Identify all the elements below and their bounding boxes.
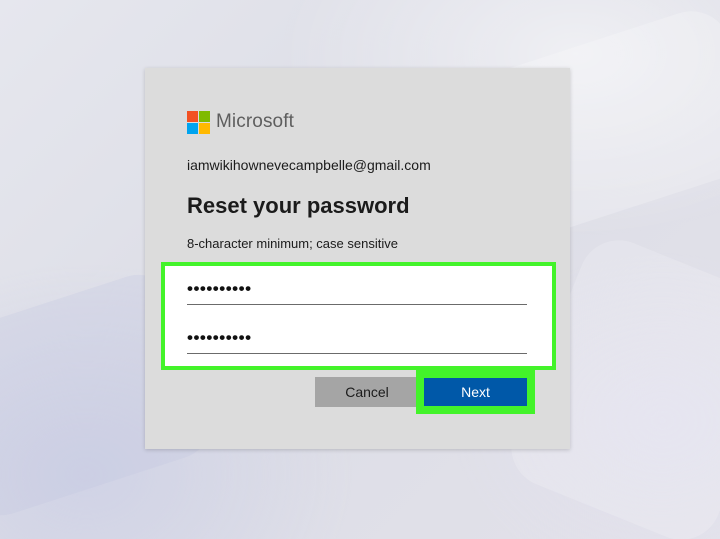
logo-green-square [199,110,210,122]
page-title: Reset your password [187,193,410,218]
cancel-button[interactable]: Cancel [315,377,419,407]
logo-red-square [187,110,198,122]
microsoft-logo-icon [187,110,210,134]
new-password-input[interactable]: •••••••••• [187,274,527,305]
next-button[interactable]: Next [424,378,527,406]
logo-yellow-square [199,122,210,134]
brand-name: Microsoft [216,111,294,132]
password-fields-highlight: •••••••••• •••••••••• [161,262,556,370]
next-button-highlight: Next [416,370,535,414]
confirm-password-input[interactable]: •••••••••• [187,323,527,354]
account-email: iamwikihownevecampbelle@gmail.com [187,157,431,173]
logo-blue-square [187,122,198,134]
brand-header: Microsoft [187,110,294,134]
reset-password-dialog: Microsoft iamwikihownevecampbelle@gmail.… [145,68,570,449]
password-requirements-hint: 8-character minimum; case sensitive [187,236,398,251]
